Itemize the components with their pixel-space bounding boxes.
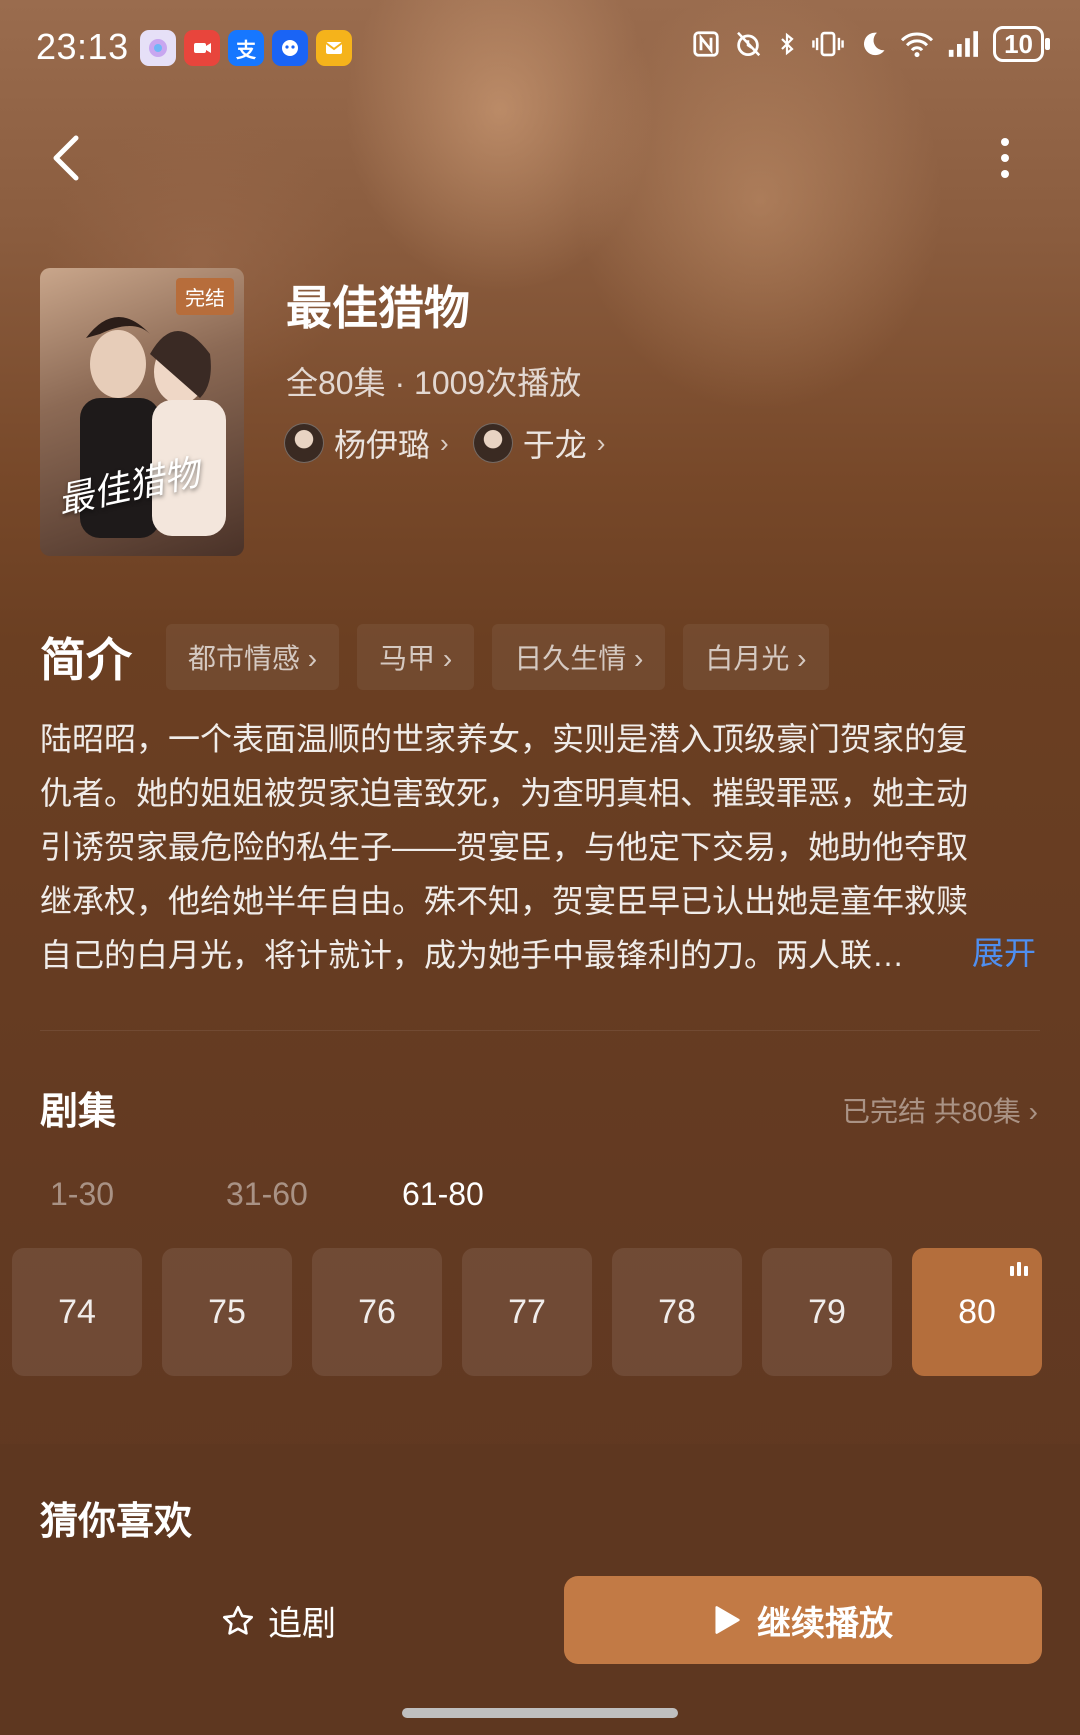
more-options-button[interactable] xyxy=(990,134,1020,184)
divider xyxy=(40,1030,1040,1031)
range-tab-active[interactable]: 61-80 xyxy=(402,1176,578,1213)
episodes-heading: 剧集 xyxy=(40,1091,117,1133)
nfc-icon xyxy=(693,31,719,57)
cast-list: 杨伊璐 › 于龙 › xyxy=(284,420,605,466)
range-tab[interactable]: 1-30 xyxy=(50,1176,226,1213)
notification-icons: 支 xyxy=(140,30,352,66)
episode-range-tabs: 1-30 31-60 61-80 xyxy=(50,1176,578,1213)
range-tab[interactable]: 31-60 xyxy=(226,1176,402,1213)
video-app-icon xyxy=(184,30,220,66)
chevron-left-icon xyxy=(53,135,79,181)
back-button[interactable] xyxy=(44,128,88,188)
chevron-right-icon: › xyxy=(596,427,606,458)
signal-icon xyxy=(948,31,979,57)
playing-icon xyxy=(1010,1262,1028,1276)
episodes-status-link[interactable]: 已完结 共80集 › xyxy=(842,1090,1038,1130)
tag-list: 都市情感 › 马甲 › 日久生情 › 白月光 › xyxy=(166,624,829,690)
cast-item[interactable]: 于龙 › xyxy=(472,420,606,466)
mail-app-icon xyxy=(316,30,352,66)
episode-button[interactable]: 75 xyxy=(162,1248,292,1376)
moon-icon xyxy=(864,32,885,56)
continue-play-button[interactable]: 继续播放 xyxy=(564,1576,1042,1664)
completed-badge: 完结 xyxy=(176,278,234,315)
robot-app-icon xyxy=(272,30,308,66)
episode-button[interactable]: 79 xyxy=(762,1248,892,1376)
play-icon xyxy=(715,1606,740,1634)
expand-link[interactable]: 展开 xyxy=(972,926,1036,980)
episode-button[interactable]: 76 xyxy=(312,1248,442,1376)
avatar xyxy=(284,423,324,463)
bluetooth-icon xyxy=(781,32,794,56)
episode-button[interactable]: 74 xyxy=(12,1248,142,1376)
tag-chip[interactable]: 马甲 › xyxy=(357,624,475,690)
more-vertical-icon xyxy=(1001,138,1009,178)
tag-chip[interactable]: 白月光 › xyxy=(683,624,829,690)
episode-button[interactable]: 77 xyxy=(462,1248,592,1376)
follow-button[interactable]: 追剧 xyxy=(220,1596,336,1645)
wifi-icon xyxy=(901,32,934,58)
avatar xyxy=(472,423,513,463)
tag-chip[interactable]: 日久生情 › xyxy=(492,624,666,690)
recommend-heading: 猜你喜欢 xyxy=(40,1501,193,1543)
cast-name: 于龙 xyxy=(522,427,587,463)
show-title: 最佳猎物 xyxy=(286,282,470,334)
alipay-icon: 支 xyxy=(228,30,264,66)
tag-chip[interactable]: 都市情感 › xyxy=(166,624,340,690)
alarm-off-icon xyxy=(737,31,761,57)
episode-button-current[interactable]: 80 xyxy=(912,1248,1042,1376)
show-meta: 全80集 · 1009次播放 xyxy=(286,365,582,401)
status-time: 23:13 xyxy=(36,26,129,67)
vibrate-icon xyxy=(812,31,844,57)
star-icon xyxy=(223,1605,253,1635)
episode-button[interactable]: 78 xyxy=(612,1248,742,1376)
description-text: 陆昭昭，一个表面温顺的世家养女，实则是潜入顶级豪门贺家的复仇者。她的姐姐被贺家迫… xyxy=(40,721,969,973)
intro-heading: 简介 xyxy=(40,634,132,686)
cast-item[interactable]: 杨伊璐 › xyxy=(284,420,449,466)
cast-name: 杨伊璐 xyxy=(334,427,431,463)
camera-app-icon xyxy=(140,30,176,66)
battery-indicator: 10 xyxy=(993,26,1050,62)
system-icons: 10 xyxy=(691,26,1050,62)
home-indicator[interactable] xyxy=(402,1708,678,1718)
chevron-right-icon: › xyxy=(440,427,449,458)
poster-image[interactable]: 完结 最佳猎物 xyxy=(40,268,244,556)
description: 陆昭昭，一个表面温顺的世家养女，实则是潜入顶级豪门贺家的复仇者。她的姐姐被贺家迫… xyxy=(40,712,1040,982)
episode-list: 74 75 76 77 78 79 80 xyxy=(12,1248,1042,1376)
status-bar: 23:13 支 10 xyxy=(0,0,1080,96)
